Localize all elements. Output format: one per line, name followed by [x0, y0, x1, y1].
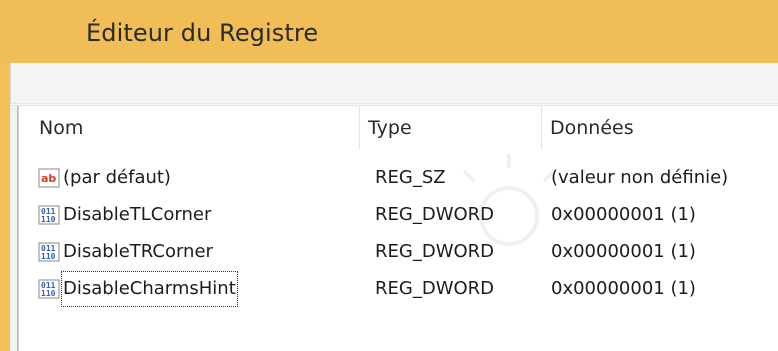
- value-type: REG_SZ: [375, 167, 446, 188]
- list-row[interactable]: 011 110 DisableCharmsHint REG_DWORD 0x00…: [19, 271, 778, 307]
- value-name: DisableTLCorner: [63, 204, 212, 225]
- list-row[interactable]: ab (par défaut) REG_SZ (valeur non défin…: [19, 160, 778, 196]
- value-type: REG_DWORD: [375, 241, 495, 262]
- binary-value-icon: 011 110: [38, 242, 60, 262]
- value-type: REG_DWORD: [375, 278, 495, 299]
- list-header: Nom Type Données: [19, 106, 778, 150]
- title-bar[interactable]: Éditeur du Registre: [0, 0, 778, 63]
- value-type: REG_DWORD: [375, 204, 495, 225]
- tree-pane-edge[interactable]: [10, 106, 18, 351]
- binary-value-icon: 011 110: [38, 279, 60, 299]
- column-header-name[interactable]: Nom: [31, 106, 359, 150]
- svg-text:ab: ab: [41, 172, 56, 185]
- list-row[interactable]: 011 110 DisableTLCorner REG_DWORD 0x0000…: [19, 197, 778, 233]
- string-value-icon: ab: [38, 168, 60, 188]
- value-data: 0x00000001 (1): [551, 278, 696, 299]
- svg-text:110: 110: [41, 252, 56, 261]
- values-list: Nom Type Données ab (par défaut) REG_SZ …: [18, 106, 778, 351]
- menu-bar: [10, 63, 778, 103]
- list-row[interactable]: 011 110 DisableTRCorner REG_DWORD 0x0000…: [19, 234, 778, 270]
- binary-value-icon: 011 110: [38, 205, 60, 225]
- column-header-type[interactable]: Type: [359, 106, 541, 150]
- window-title: Éditeur du Registre: [86, 19, 319, 47]
- value-data: 0x00000001 (1): [551, 241, 696, 262]
- svg-text:110: 110: [41, 289, 56, 298]
- value-name: (par défaut): [63, 167, 171, 188]
- svg-text:110: 110: [41, 215, 56, 224]
- value-name-focused[interactable]: DisableCharmsHint: [61, 271, 238, 307]
- column-header-data[interactable]: Données: [541, 106, 778, 150]
- value-data: 0x00000001 (1): [551, 204, 696, 225]
- value-data: (valeur non définie): [551, 167, 729, 188]
- registry-editor-window: Éditeur du Registre Nom Type Données ab …: [0, 0, 778, 351]
- value-name: DisableTRCorner: [63, 241, 213, 262]
